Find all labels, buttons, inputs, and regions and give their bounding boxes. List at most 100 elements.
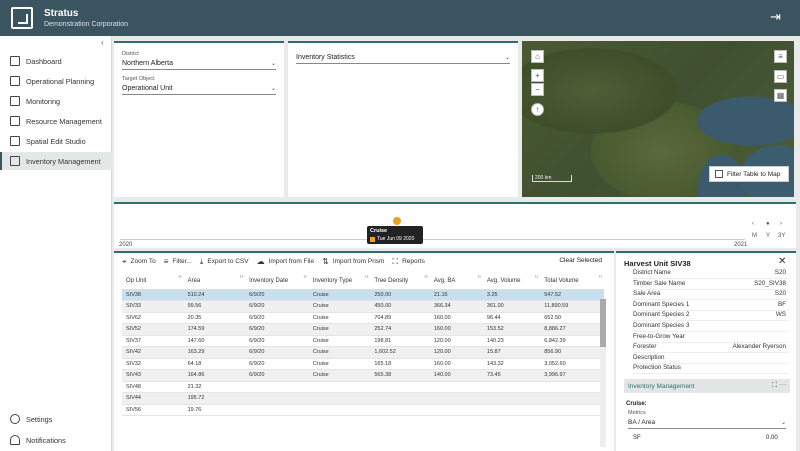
filter-button[interactable]: ≡ Filter... bbox=[164, 257, 192, 266]
table-cell: 21.32 bbox=[183, 381, 246, 393]
sidebar-item-spatial-edit-studio[interactable]: Spatial Edit Studio bbox=[0, 132, 112, 150]
table-row[interactable]: SIV56 19.76 bbox=[122, 404, 604, 416]
table-row[interactable]: SIV44 195.72 bbox=[122, 392, 604, 405]
table-cell bbox=[245, 404, 309, 416]
sidebar-item-inventory-management[interactable]: Inventory Management bbox=[0, 152, 112, 170]
layers-icon[interactable]: ▭ bbox=[774, 70, 787, 83]
clear-selected-button[interactable]: Clear Selected bbox=[559, 257, 602, 264]
column-resize-icon[interactable]: ‹› bbox=[303, 274, 306, 280]
list-icon[interactable]: ≡ bbox=[774, 50, 787, 63]
more-icon[interactable]: ⛶ ⋯ bbox=[772, 382, 786, 390]
table-cell: 64.18 bbox=[183, 358, 246, 370]
table-row[interactable]: SIV32 64.18 6/9/20 Cruise 165.18 160.00 143.32… bbox=[122, 358, 604, 370]
column-header[interactable]: Avg. Volume ‹› bbox=[482, 273, 541, 290]
table-scrollbar[interactable] bbox=[600, 299, 606, 447]
timeline-event-marker[interactable] bbox=[393, 217, 401, 225]
column-resize-icon[interactable]: ‹› bbox=[240, 274, 243, 280]
table-cell: SIV48 bbox=[122, 381, 184, 393]
detail-title: Harvest Unit SIV38 bbox=[624, 259, 691, 268]
zoom-out-button[interactable]: − bbox=[531, 83, 544, 96]
detail-field: Dominant Species 3 bbox=[633, 322, 788, 332]
table-row[interactable]: SIV62 20.35 6/9/20 Cruise 704.89 160.00 96.44 6… bbox=[122, 312, 604, 324]
import-prism-button[interactable]: ⇅ Import from Prism bbox=[322, 257, 384, 266]
chevron-down-icon: ⌄ bbox=[504, 55, 510, 61]
inventory-grid: ⌖ Zoom To ≡ Filter... ⤓ Export to CSV ☁ Impo… bbox=[114, 251, 614, 451]
table-row[interactable]: SIV38 510.24 6/9/20 Cruise 250.00 21.16 3.25 54… bbox=[122, 289, 604, 301]
timeline-axis bbox=[120, 239, 745, 240]
column-header[interactable]: Area ‹› bbox=[183, 273, 246, 290]
table-row[interactable]: SIV52 174.59 6/9/20 Cruise 252.74 160.00 153.5… bbox=[122, 323, 604, 336]
timeline-month-button[interactable]: M bbox=[752, 233, 757, 239]
sidebar-item-settings[interactable]: Settings bbox=[0, 410, 112, 428]
scrollbar-thumb[interactable] bbox=[600, 299, 606, 347]
sidebar-item-monitoring[interactable]: Monitoring bbox=[0, 92, 112, 110]
table-cell: 704.89 bbox=[370, 312, 430, 324]
import-file-button[interactable]: ☁ Import from File bbox=[257, 257, 315, 266]
timeline[interactable]: Cruise Tue Jun 09 2020 2020 2021 ‹ ● › M… bbox=[114, 202, 796, 248]
table-cell bbox=[482, 392, 541, 405]
filter-checkbox[interactable] bbox=[715, 170, 723, 178]
timeline-year-button[interactable]: Y bbox=[766, 233, 770, 239]
column-header[interactable]: Inventory Date ‹› bbox=[245, 273, 309, 290]
column-resize-icon[interactable]: ‹› bbox=[478, 274, 481, 280]
filter-table-to-map[interactable]: Filter Table to Map bbox=[709, 166, 789, 182]
column-resize-icon[interactable]: ‹› bbox=[599, 274, 602, 280]
sidebar-item-dashboard[interactable]: Dashboard bbox=[0, 52, 112, 70]
table-cell: 120.00 bbox=[429, 346, 483, 359]
timeline-prev-icon[interactable]: ‹ bbox=[752, 221, 754, 227]
reports-button[interactable]: ⛶ Reports bbox=[392, 257, 424, 267]
detail-field-label: Description bbox=[633, 353, 665, 361]
column-header[interactable]: Tree Density ‹› bbox=[370, 273, 430, 290]
detail-field-value: BF bbox=[777, 300, 786, 308]
target-object-select[interactable]: Operational Unit ⌄ bbox=[122, 84, 276, 95]
table-row[interactable]: SIV42 163.29 6/9/20 Cruise 1,602.52 120.00 15.… bbox=[122, 346, 604, 359]
table-cell: 3,996.97 bbox=[540, 369, 604, 382]
inventory-statistics-select[interactable]: Inventory Statistics ⌄ bbox=[296, 53, 510, 64]
logout-icon[interactable]: ⇥ bbox=[770, 10, 786, 24]
column-resize-icon[interactable]: ‹› bbox=[424, 274, 427, 280]
table-cell: Cruise bbox=[308, 346, 371, 359]
detail-field-label: Forester bbox=[633, 343, 657, 351]
table-row[interactable]: SIV48 21.32 bbox=[122, 381, 604, 393]
district-select[interactable]: Northern Alberta ⌄ bbox=[122, 59, 276, 70]
sidebar-item-resource-management[interactable]: Resource Management bbox=[0, 112, 112, 130]
column-header[interactable]: Inventory Type ‹› bbox=[308, 273, 371, 290]
table-cell bbox=[540, 404, 604, 416]
collapse-sidebar-icon[interactable]: ‹ bbox=[101, 38, 104, 47]
timeline-next-icon[interactable]: › bbox=[780, 221, 782, 227]
compass-icon[interactable]: ↑ bbox=[531, 103, 544, 116]
detail-field-label: Dominant Species 3 bbox=[633, 322, 690, 329]
inventory-management-section[interactable]: Inventory Management ⛶ ⋯ bbox=[624, 379, 790, 393]
metrics-select[interactable]: BA / Area ⌄ bbox=[628, 418, 786, 429]
column-header[interactable]: Avg. BA ‹› bbox=[429, 273, 483, 290]
table-cell: 147.60 bbox=[183, 335, 246, 347]
export-csv-button[interactable]: ⤓ Export to CSV bbox=[200, 257, 249, 267]
sidebar-item-operational-planning[interactable]: Operational Planning bbox=[0, 72, 112, 90]
table-cell: 450.00 bbox=[370, 300, 430, 313]
timeline-center-icon[interactable]: ● bbox=[766, 221, 770, 227]
detail-field-label: Free-to-Grow Year bbox=[633, 332, 685, 340]
zoom-to-button[interactable]: ⌖ Zoom To bbox=[122, 257, 156, 267]
table-row[interactable]: SIV43 164.86 6/9/20 Cruise 565.38 140.00 73.45… bbox=[122, 369, 604, 382]
table-cell bbox=[370, 381, 430, 393]
timeline-3year-button[interactable]: 3Y bbox=[778, 233, 785, 239]
district-label: District bbox=[122, 51, 139, 57]
zoom-in-button[interactable]: + bbox=[531, 69, 544, 82]
sort-arrows-icon: ⇅ bbox=[322, 257, 329, 266]
column-resize-icon[interactable]: ‹› bbox=[365, 274, 368, 280]
table-cell bbox=[308, 404, 371, 416]
column-resize-icon[interactable]: ‹› bbox=[178, 274, 181, 280]
basemap-icon[interactable]: ▦ bbox=[774, 89, 787, 102]
table-cell: 652.50 bbox=[540, 312, 604, 324]
column-resize-icon[interactable]: ‹› bbox=[535, 274, 538, 280]
top-bar: Stratus Demonstration Corporation ⇥ bbox=[0, 0, 800, 36]
table-cell: 6/9/20 bbox=[245, 289, 309, 301]
column-header[interactable]: Op Unit ‹› bbox=[122, 273, 184, 290]
home-icon[interactable]: ⌂ bbox=[531, 50, 544, 63]
table-row[interactable]: SIV37 147.60 6/9/20 Cruise 198.81 120.00 140.2… bbox=[122, 335, 604, 347]
table-row[interactable]: SIV33 99.56 6/9/20 Cruise 450.00 366.34 361.00… bbox=[122, 300, 604, 313]
column-header[interactable]: Total Volume ‹› bbox=[540, 273, 604, 290]
close-icon[interactable]: ✕ bbox=[778, 256, 786, 267]
sidebar-item-notifications[interactable]: Notifications bbox=[0, 431, 112, 449]
table-cell: 3.25 bbox=[482, 289, 541, 301]
